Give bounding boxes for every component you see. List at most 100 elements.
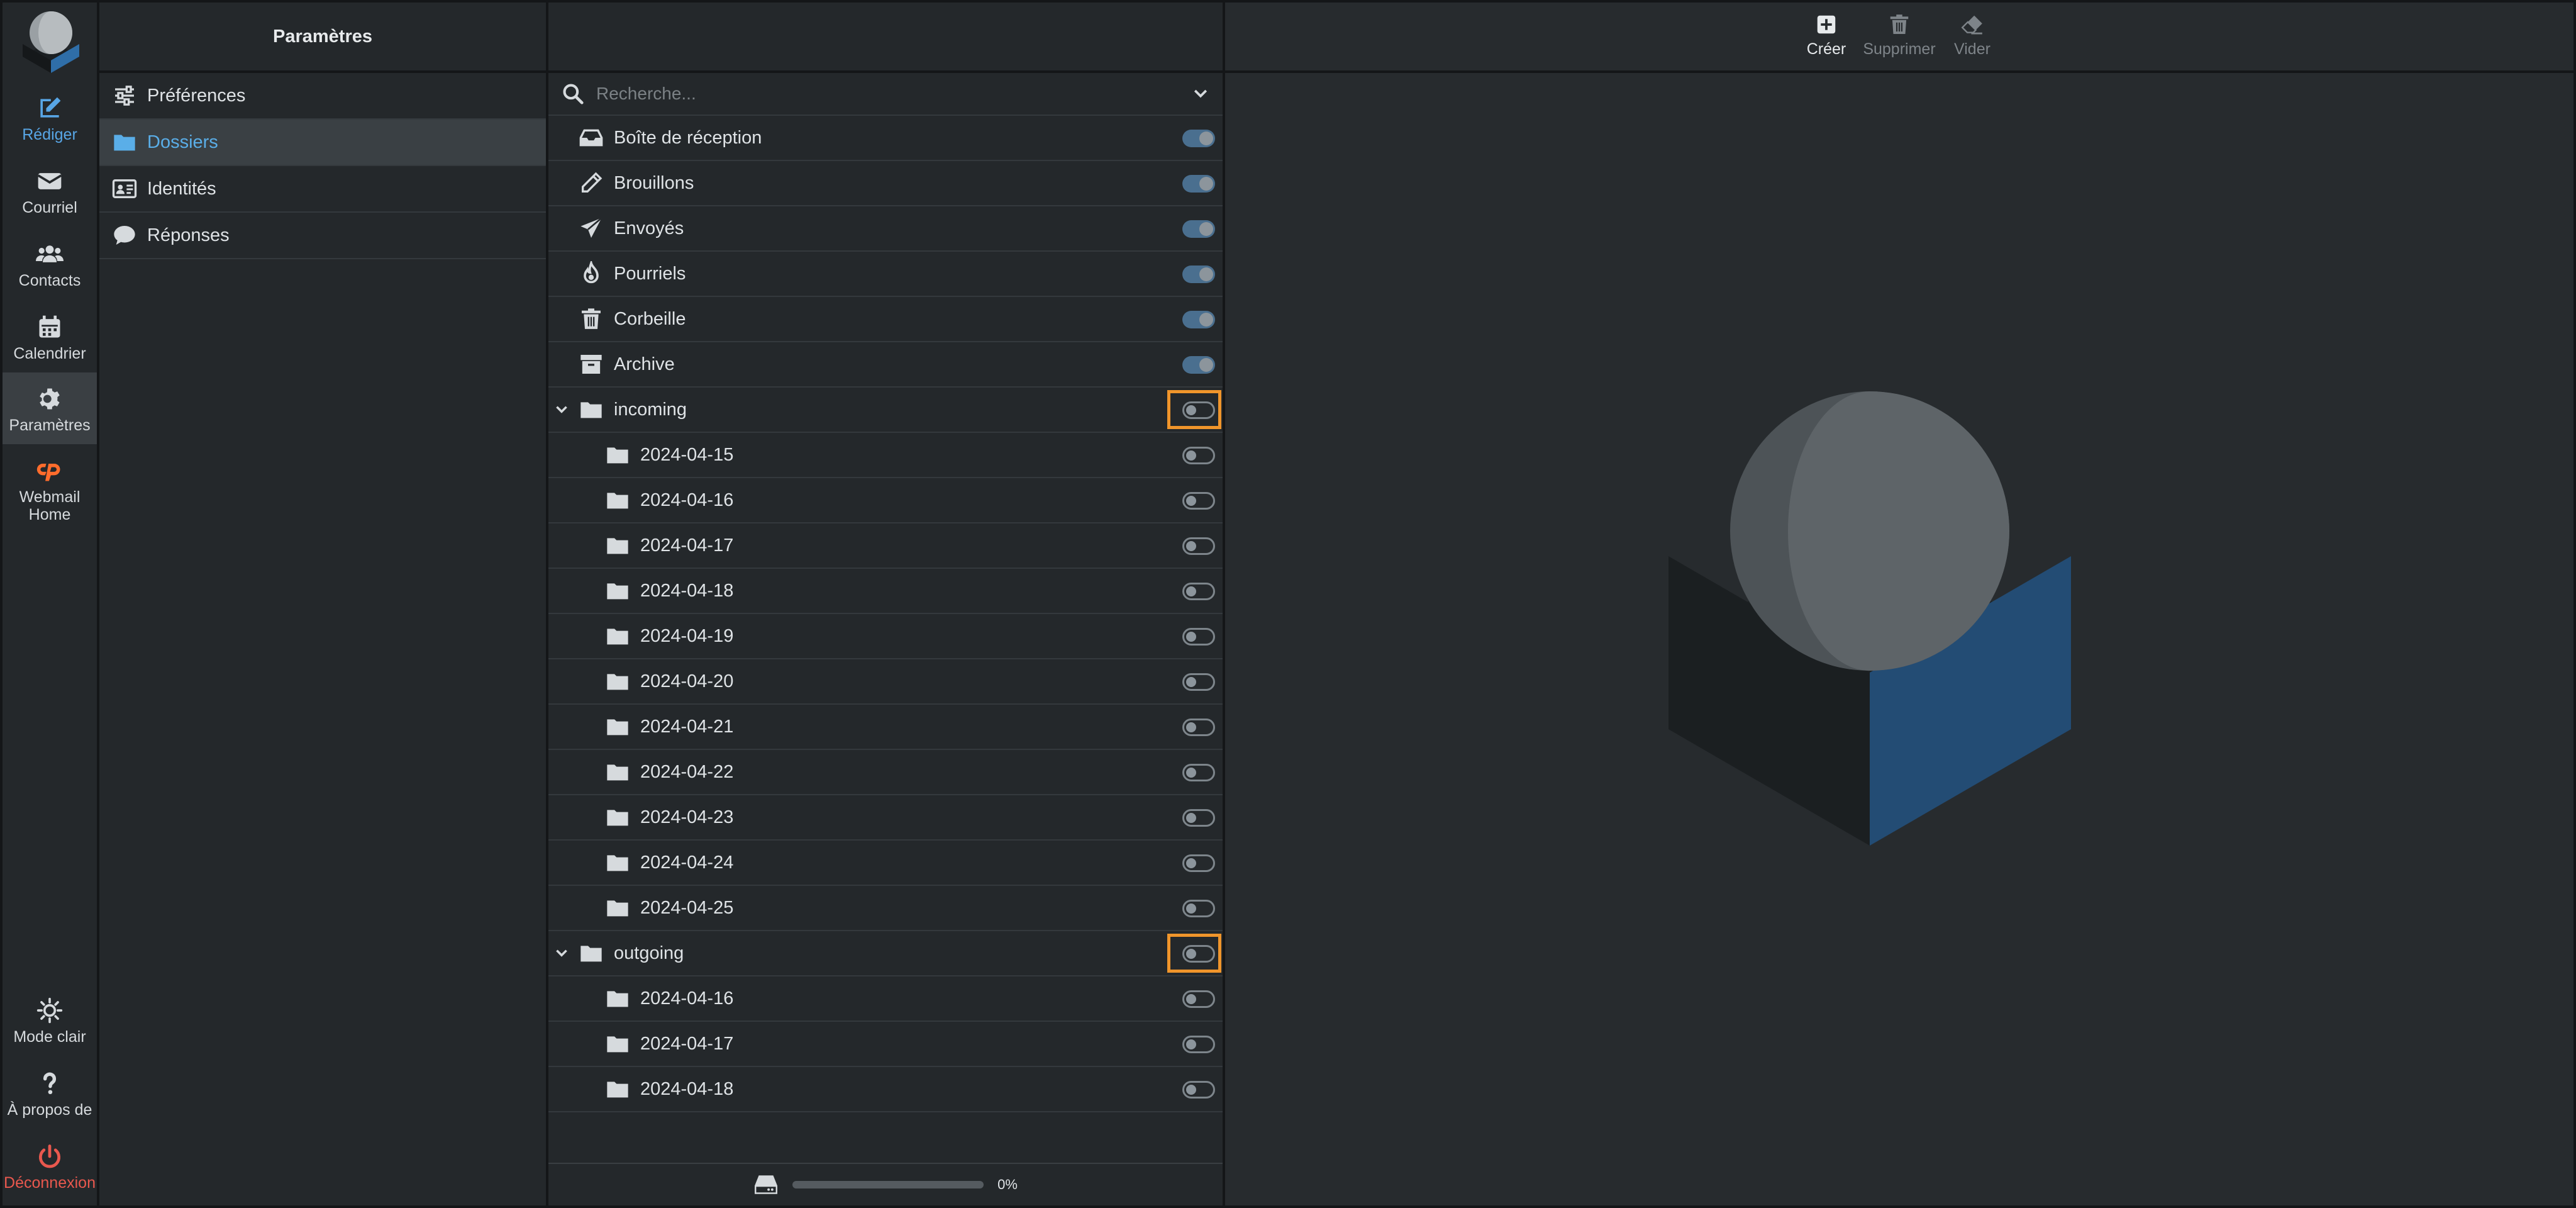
fire-icon xyxy=(584,261,599,284)
settings-item-folders[interactable]: Dossiers xyxy=(99,120,546,166)
main-navigation: Rédiger Courriel Contacts Calendrier Par… xyxy=(3,3,99,1205)
subscription-toggle[interactable] xyxy=(1182,447,1215,464)
subfolder-row[interactable]: 2024-04-17 xyxy=(548,523,1223,569)
roundcube-logo-icon xyxy=(23,11,79,73)
subscription-toggle[interactable] xyxy=(1182,945,1215,963)
settings-item-label: Identités xyxy=(147,178,216,199)
hard-drive-icon xyxy=(755,1175,778,1194)
subfolder-row[interactable]: 2024-04-18 xyxy=(548,569,1223,614)
subscription-toggle[interactable] xyxy=(1182,1036,1215,1053)
nav-about[interactable]: À propos de xyxy=(3,1057,97,1129)
folder-name: 2024-04-22 xyxy=(640,761,734,782)
subfolder-row[interactable]: 2024-04-25 xyxy=(548,886,1223,931)
settings-item-responses[interactable]: Réponses xyxy=(99,213,546,259)
inbox-icon xyxy=(579,129,603,147)
subscription-toggle[interactable] xyxy=(1182,673,1215,691)
folder-name: 2024-04-21 xyxy=(640,716,734,737)
subscription-toggle[interactable] xyxy=(1182,990,1215,1008)
subscription-toggle[interactable] xyxy=(1182,220,1215,238)
subscription-toggle[interactable] xyxy=(1182,537,1215,555)
quota-percent: 0% xyxy=(997,1177,1018,1192)
folder-icon xyxy=(607,764,628,781)
plus-square-icon xyxy=(1817,15,1836,34)
nav-logout[interactable]: Déconnexion xyxy=(3,1130,97,1202)
subscription-toggle[interactable] xyxy=(1182,311,1215,328)
nav-light-mode[interactable]: Mode clair xyxy=(3,984,97,1056)
subscription-toggle[interactable] xyxy=(1182,175,1215,193)
subscription-toggle[interactable] xyxy=(1182,356,1215,374)
nav-webmail-home[interactable]: Webmail Home xyxy=(3,444,97,532)
subfolder-row[interactable]: 2024-04-17 xyxy=(548,1022,1223,1067)
folder-icon xyxy=(607,1036,628,1053)
subfolder-row[interactable]: 2024-04-16 xyxy=(548,478,1223,523)
subfolder-row[interactable]: 2024-04-22 xyxy=(548,750,1223,795)
subscription-toggle[interactable] xyxy=(1182,492,1215,510)
id-card-icon xyxy=(112,179,137,198)
chevron-down-icon[interactable] xyxy=(553,945,570,961)
nav-calendar[interactable]: Calendrier xyxy=(3,301,97,372)
search-icon[interactable] xyxy=(561,82,585,106)
subscription-toggle[interactable] xyxy=(1182,130,1215,147)
folder-row-archive[interactable]: Archive xyxy=(548,342,1223,388)
question-icon xyxy=(43,1072,57,1095)
subfolder-row[interactable]: 2024-04-19 xyxy=(548,614,1223,659)
sliders-icon xyxy=(115,86,134,106)
folder-row-sent[interactable]: Envoyés xyxy=(548,206,1223,252)
folder-icon xyxy=(607,719,628,735)
subscription-toggle[interactable] xyxy=(1182,628,1215,646)
nav-compose[interactable]: Rédiger xyxy=(3,82,97,154)
folder-row-incoming[interactable]: incoming xyxy=(548,388,1223,433)
folder-icon xyxy=(607,1082,628,1098)
subfolder-row[interactable]: 2024-04-15 xyxy=(548,433,1223,478)
settings-item-identities[interactable]: Identités xyxy=(99,166,546,213)
eraser-icon xyxy=(1961,15,1982,35)
chevron-down-icon[interactable] xyxy=(553,401,570,418)
empty-button[interactable]: Vider xyxy=(1935,13,2010,59)
subfolder-row[interactable]: 2024-04-20 xyxy=(548,659,1223,705)
compose-icon xyxy=(40,97,61,118)
subfolder-row[interactable]: 2024-04-18 xyxy=(548,1067,1223,1112)
folder-search-input[interactable] xyxy=(595,83,1191,104)
settings-item-label: Dossiers xyxy=(147,131,218,152)
roundcube-watermark-logo xyxy=(1668,391,2071,846)
folder-row-drafts[interactable]: Brouillons xyxy=(548,161,1223,206)
subfolder-row[interactable]: 2024-04-16 xyxy=(548,976,1223,1022)
content-area: Créer Supprimer Vider xyxy=(1225,3,2573,1205)
subscription-toggle[interactable] xyxy=(1182,719,1215,736)
subscription-toggle[interactable] xyxy=(1182,854,1215,872)
delete-button[interactable]: Supprimer xyxy=(1862,13,1937,59)
nav-settings[interactable]: Paramètres xyxy=(3,372,97,444)
subscription-toggle[interactable] xyxy=(1182,1081,1215,1099)
subscription-toggle[interactable] xyxy=(1182,764,1215,781)
settings-item-preferences[interactable]: Préférences xyxy=(99,73,546,120)
settings-title: Paramètres xyxy=(99,3,546,73)
folder-name: incoming xyxy=(614,399,687,420)
nav-contacts[interactable]: Contacts xyxy=(3,228,97,299)
folder-icon xyxy=(607,991,628,1007)
folder-name: 2024-04-20 xyxy=(640,671,734,691)
folder-row-inbox[interactable]: Boîte de réception xyxy=(548,116,1223,161)
subscription-toggle[interactable] xyxy=(1182,401,1215,419)
chevron-down-icon[interactable] xyxy=(1191,84,1210,103)
subscription-toggle[interactable] xyxy=(1182,900,1215,917)
subfolder-row[interactable]: 2024-04-21 xyxy=(548,705,1223,750)
folder-row-trash[interactable]: Corbeille xyxy=(548,297,1223,342)
subscription-toggle[interactable] xyxy=(1182,809,1215,827)
subfolder-row[interactable]: 2024-04-24 xyxy=(548,841,1223,886)
nav-mail[interactable]: Courriel xyxy=(3,155,97,226)
subscription-toggle[interactable] xyxy=(1182,583,1215,600)
envelope-icon xyxy=(37,173,62,189)
sun-icon xyxy=(36,997,63,1024)
folder-row-junk[interactable]: Pourriels xyxy=(548,252,1223,297)
gear-icon xyxy=(40,388,60,410)
folder-row-outgoing[interactable]: outgoing xyxy=(548,931,1223,976)
folder-icon xyxy=(607,538,628,554)
subscription-toggle[interactable] xyxy=(1182,266,1215,283)
folder-name: Pourriels xyxy=(614,263,686,284)
folder-icon xyxy=(607,810,628,826)
folder-name: 2024-04-15 xyxy=(640,444,734,465)
folder-name: Corbeille xyxy=(614,308,686,329)
create-button[interactable]: Créer xyxy=(1789,13,1864,59)
folder-icon xyxy=(607,493,628,509)
subfolder-row[interactable]: 2024-04-23 xyxy=(548,795,1223,841)
